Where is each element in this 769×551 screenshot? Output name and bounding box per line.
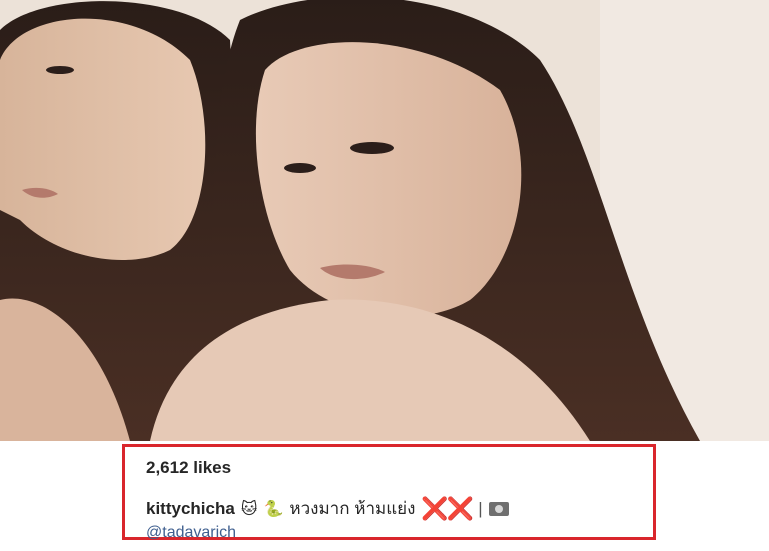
likes-count[interactable]: 2,612 likes <box>146 458 231 478</box>
snake-emoji: 🐍 <box>263 500 284 518</box>
camera-icon <box>488 501 509 516</box>
cat-emoji: 🐱 <box>240 500 258 518</box>
username-link[interactable]: kittychicha <box>146 499 235 519</box>
photo-illustration <box>0 0 769 441</box>
post-photo[interactable] <box>0 0 769 441</box>
caption-line: kittychicha 🐱 🐍 หวงมาก ห้ามแย่ง ❌❌ | <box>146 495 509 522</box>
x-mark-icon: ❌❌ <box>421 495 474 521</box>
mention-link[interactable]: @tadavarich <box>146 524 236 540</box>
separator: | <box>478 498 483 518</box>
caption-text: หวงมาก ห้ามแย่ง <box>289 499 416 518</box>
